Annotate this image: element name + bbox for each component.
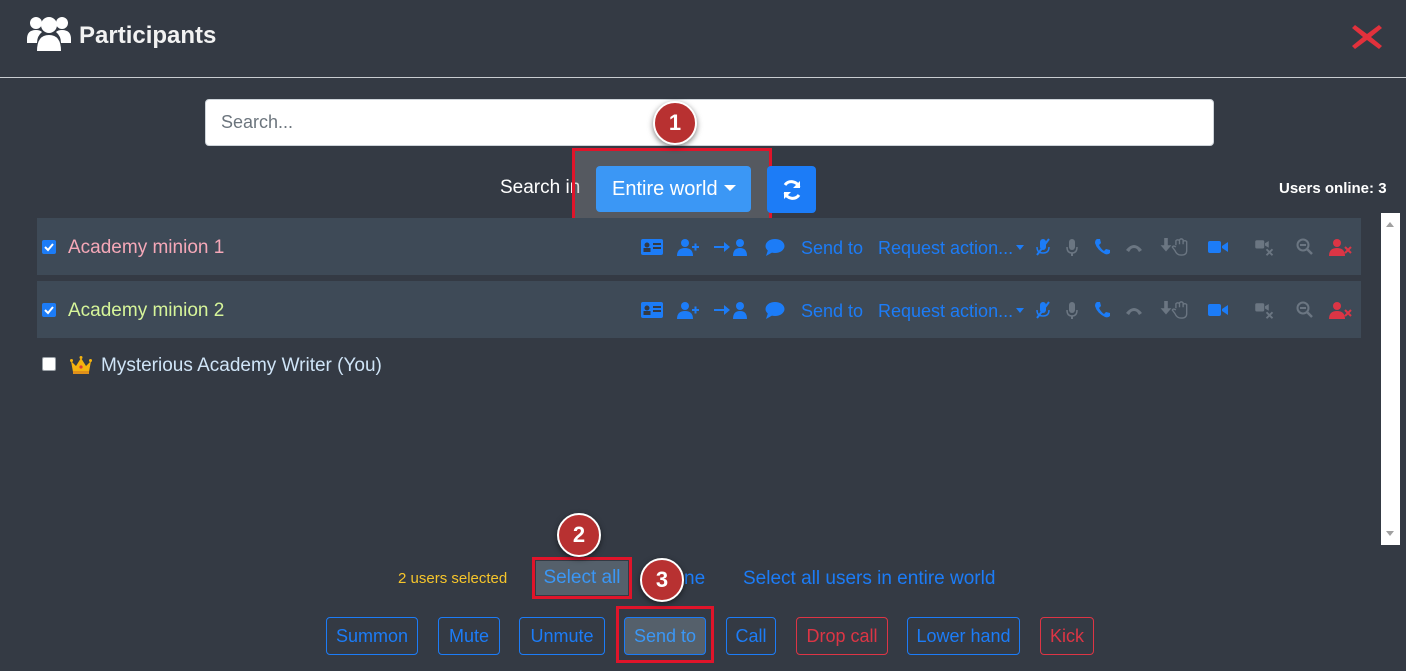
remove-user-icon[interactable] — [1329, 301, 1353, 319]
chat-icon[interactable] — [765, 301, 785, 319]
video-off-icon[interactable] — [1252, 301, 1278, 319]
caret-down-icon — [723, 185, 736, 191]
unmute-button[interactable]: Unmute — [519, 617, 605, 655]
caret-down-icon — [1016, 308, 1025, 313]
video-off-icon[interactable] — [1252, 238, 1278, 256]
summon-button[interactable]: Summon — [326, 617, 418, 655]
participant-row[interactable]: Academy minion 2 Send to Request action.… — [37, 281, 1361, 338]
select-world-button[interactable]: Select all users in entire world — [743, 568, 995, 590]
video-camera-icon[interactable] — [1208, 238, 1228, 256]
request-action-dropdown[interactable]: Request action... — [878, 301, 1025, 322]
participant-row-self[interactable]: Mysterious Academy Writer (You) — [37, 346, 1361, 386]
participant-actions: Send to Request action... — [37, 281, 1361, 338]
search-scope-label: Search in — [500, 177, 581, 198]
mic-icon[interactable] — [1066, 301, 1078, 319]
remove-user-icon[interactable] — [1329, 238, 1353, 256]
kick-button[interactable]: Kick — [1040, 617, 1094, 655]
step-marker-2: 2 — [557, 513, 601, 557]
teleport-to-user-icon[interactable] — [714, 301, 748, 319]
phone-icon[interactable] — [1094, 301, 1110, 319]
user-add-icon[interactable] — [677, 238, 699, 256]
refresh-button[interactable] — [767, 166, 816, 213]
search-scope-value: Entire world — [612, 178, 718, 200]
scroll-down-icon[interactable] — [1386, 531, 1394, 536]
search-scope-dropdown[interactable]: Entire world — [596, 166, 751, 212]
zoom-out-icon[interactable] — [1296, 238, 1314, 256]
mute-mic-icon[interactable] — [1036, 301, 1050, 319]
caret-down-icon — [1016, 245, 1025, 250]
select-none-button[interactable]: ne — [684, 568, 705, 590]
step-marker-1: 1 — [653, 101, 697, 145]
users-online-count: Users online: 3 — [1279, 180, 1387, 197]
zoom-out-icon[interactable] — [1296, 301, 1314, 319]
step-marker-3: 3 — [640, 558, 684, 602]
highlight-select-all — [532, 557, 632, 599]
dialog-header: Participants — [0, 0, 1406, 78]
id-card-icon[interactable] — [641, 301, 663, 319]
call-button[interactable]: Call — [726, 617, 776, 655]
id-card-icon[interactable] — [641, 238, 663, 256]
mute-button[interactable]: Mute — [438, 617, 500, 655]
hang-up-icon[interactable] — [1125, 301, 1143, 319]
close-icon[interactable] — [1351, 22, 1383, 52]
participant-actions: Send to Request action... — [37, 218, 1361, 275]
request-action-label: Request action... — [878, 301, 1014, 321]
video-camera-icon[interactable] — [1208, 301, 1228, 319]
send-to-link[interactable]: Send to — [801, 238, 863, 259]
teleport-to-user-icon[interactable] — [714, 238, 748, 256]
hang-up-icon[interactable] — [1125, 238, 1143, 256]
highlight-send-to — [616, 606, 714, 663]
participant-name: Mysterious Academy Writer (You) — [101, 355, 382, 376]
lower-hand-button[interactable]: Lower hand — [907, 617, 1020, 655]
user-add-icon[interactable] — [677, 301, 699, 319]
dialog-title: Participants — [79, 22, 217, 49]
participant-row[interactable]: Academy minion 1 Send to Request action.… — [37, 218, 1361, 275]
users-icon — [27, 17, 71, 51]
participant-checkbox[interactable] — [42, 357, 56, 371]
selected-count: 2 users selected — [398, 570, 508, 587]
refresh-icon — [783, 180, 801, 200]
crown-icon — [70, 356, 92, 374]
phone-icon[interactable] — [1094, 238, 1110, 256]
lower-hand-icon[interactable] — [1158, 238, 1192, 256]
request-action-label: Request action... — [878, 238, 1014, 258]
search-input[interactable] — [205, 99, 1214, 146]
mic-icon[interactable] — [1066, 238, 1078, 256]
lower-hand-icon[interactable] — [1158, 301, 1192, 319]
list-scrollbar[interactable] — [1381, 213, 1400, 545]
scroll-up-icon[interactable] — [1386, 222, 1394, 227]
request-action-dropdown[interactable]: Request action... — [878, 238, 1025, 259]
drop-call-button[interactable]: Drop call — [796, 617, 888, 655]
send-to-link[interactable]: Send to — [801, 301, 863, 322]
chat-icon[interactable] — [765, 238, 785, 256]
mute-mic-icon[interactable] — [1036, 238, 1050, 256]
